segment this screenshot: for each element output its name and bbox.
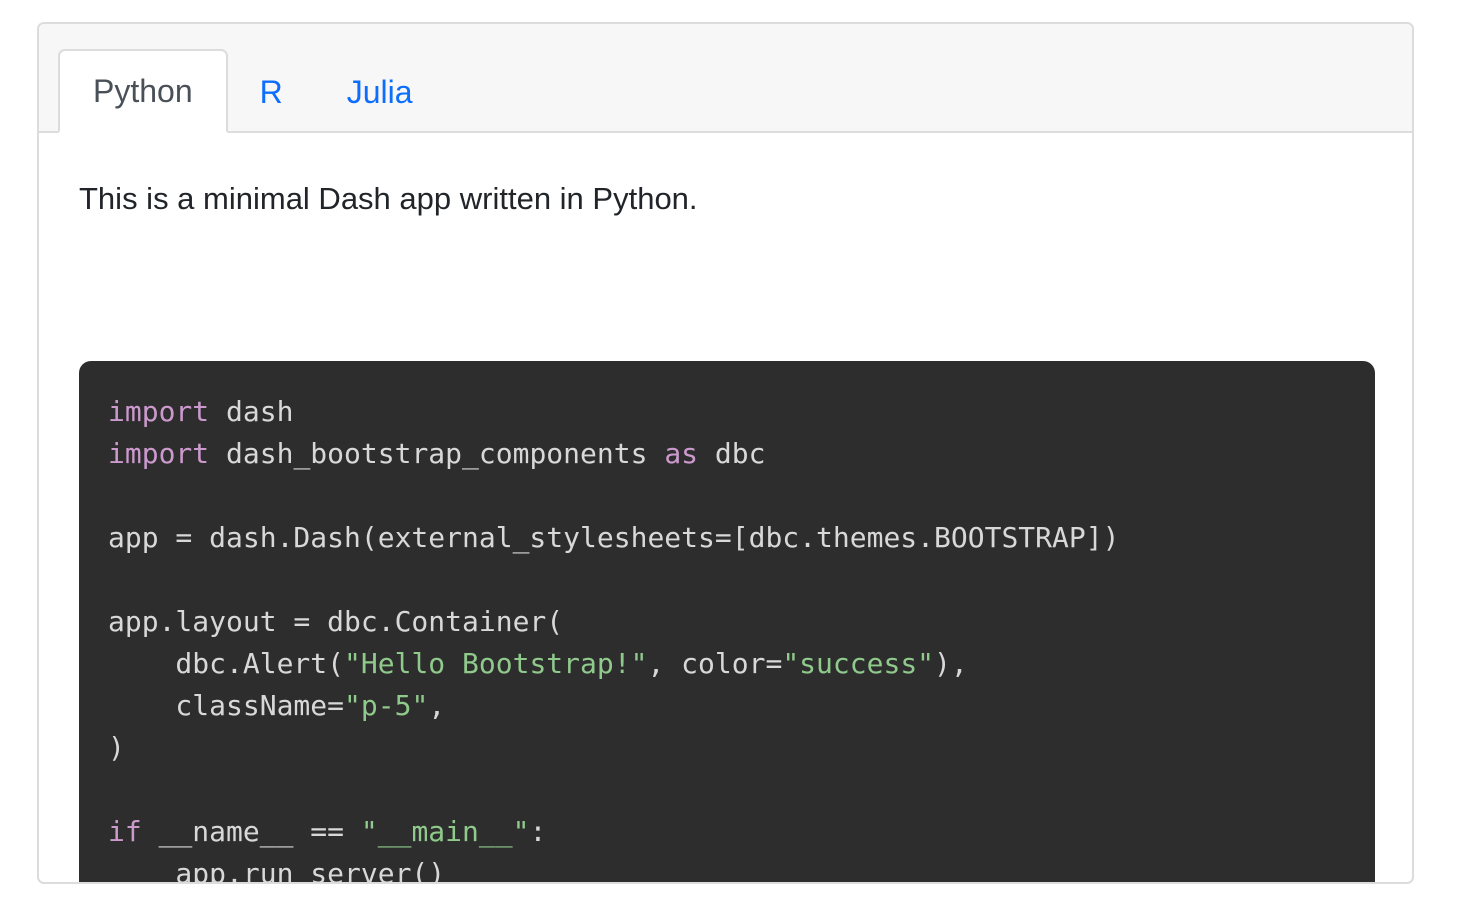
code-block[interactable]: import dash import dash_bootstrap_compone… xyxy=(79,361,1375,884)
code-line: className="p-5", xyxy=(108,685,1346,727)
code-string: "success" xyxy=(782,647,935,680)
code-string: "p-5" xyxy=(344,689,429,722)
code-example-card: Python R Julia This is a minimal Dash ap… xyxy=(37,22,1414,884)
code-line: app = dash.Dash(external_stylesheets=[db… xyxy=(108,517,1346,559)
code-token: app = dash.Dash(external_stylesheets=[db… xyxy=(108,521,1120,554)
code-token: dbc xyxy=(698,437,766,470)
code-token: dbc.Alert( xyxy=(108,647,345,680)
code-content: import dash import dash_bootstrap_compone… xyxy=(108,391,1346,884)
code-line: app.run_server() xyxy=(108,853,1346,884)
code-token: dash xyxy=(209,395,294,428)
code-string: "Hello Bootstrap!" xyxy=(344,647,648,680)
code-line: app.layout = dbc.Container( xyxy=(108,601,1346,643)
language-tabs: Python R Julia xyxy=(58,49,445,133)
description-text: This is a minimal Dash app written in Py… xyxy=(79,181,698,216)
code-keyword: if xyxy=(108,815,142,848)
code-token: dash_bootstrap_components xyxy=(209,437,665,470)
code-token: app.layout = dbc.Container( xyxy=(108,605,564,638)
card-header: Python R Julia xyxy=(39,24,1412,133)
tab-r[interactable]: R xyxy=(228,51,315,133)
code-token: className= xyxy=(108,689,345,722)
code-string: "__main__" xyxy=(360,815,530,848)
code-token: , color= xyxy=(647,647,783,680)
code-token: ), xyxy=(934,647,968,680)
tab-python[interactable]: Python xyxy=(58,49,228,133)
code-keyword: as xyxy=(664,437,699,470)
tab-julia[interactable]: Julia xyxy=(315,51,445,133)
code-keyword: import xyxy=(108,437,210,470)
code-token: ) xyxy=(108,731,125,764)
code-line: import dash xyxy=(108,391,1346,433)
code-line: import dash_bootstrap_components as dbc xyxy=(108,433,1346,475)
code-keyword: import xyxy=(108,395,210,428)
code-line: dbc.Alert("Hello Bootstrap!", color="suc… xyxy=(108,643,1346,685)
code-line: if __name__ == "__main__": xyxy=(108,811,1346,853)
code-token: app.run_server() xyxy=(108,857,446,884)
code-token: __name__ == xyxy=(141,815,361,848)
code-token: : xyxy=(529,815,547,848)
code-token: , xyxy=(428,689,446,722)
code-line: ) xyxy=(108,727,1346,769)
